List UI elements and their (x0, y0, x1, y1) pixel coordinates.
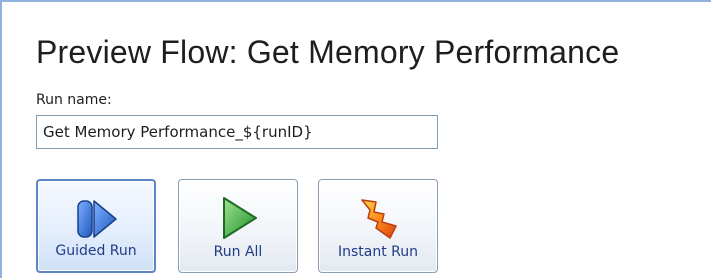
instant-run-button[interactable]: Instant Run (318, 179, 438, 273)
preview-flow-panel: Preview Flow: Get Memory Performance Run… (0, 0, 711, 278)
guided-run-icon (72, 195, 120, 243)
run-all-button[interactable]: Run All (178, 179, 298, 273)
play-icon (214, 194, 262, 242)
run-name-label: Run name: (36, 92, 112, 108)
page-title: Preview Flow: Get Memory Performance (36, 34, 620, 70)
instant-run-label: Instant Run (337, 244, 419, 260)
run-all-label: Run All (213, 244, 263, 260)
guided-run-label: Guided Run (55, 243, 137, 259)
guided-run-button[interactable]: Guided Run (36, 179, 156, 273)
lightning-icon (354, 194, 402, 242)
run-name-input[interactable] (36, 115, 438, 149)
